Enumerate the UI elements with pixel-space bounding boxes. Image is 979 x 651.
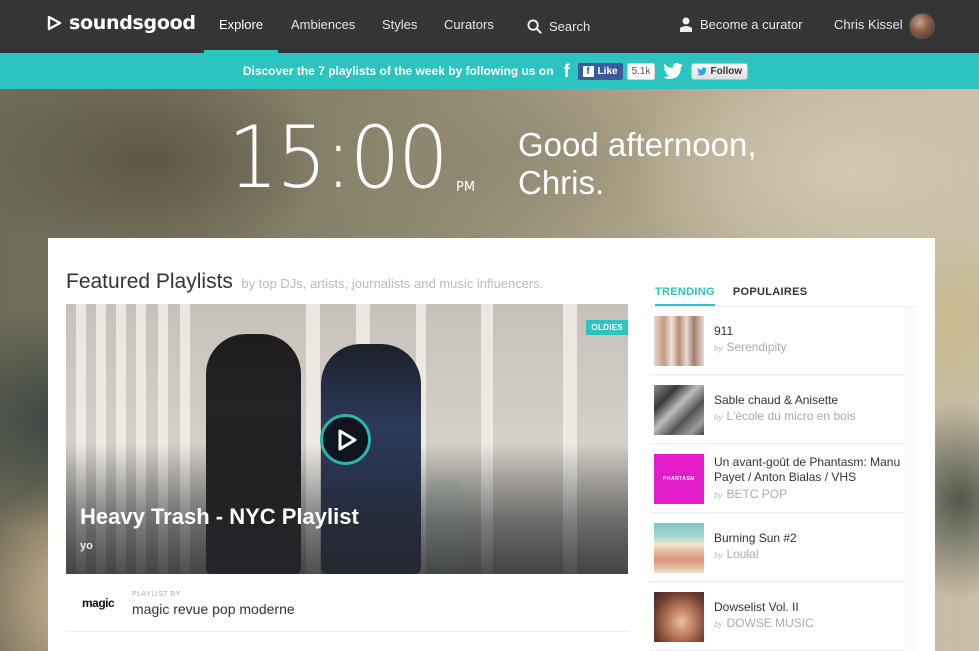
nav-explore[interactable]: Explore bbox=[219, 17, 263, 32]
search-label: Search bbox=[549, 19, 591, 34]
curator-name: L'école du micro en bois bbox=[726, 409, 856, 423]
playlist-title: Un avant-goût de Phantasm: Manu Payet / … bbox=[714, 455, 901, 484]
greeting-line-2: Chris. bbox=[518, 164, 605, 201]
playlist-title: 911 bbox=[714, 324, 734, 338]
featured-heading: Featured Playlists by top DJs, artists, … bbox=[66, 270, 543, 294]
curator-name: Loulal bbox=[726, 547, 759, 561]
featured-card: Featured Playlists by top DJs, artists, … bbox=[48, 238, 935, 651]
curator-name: BETC POP bbox=[726, 487, 788, 501]
by-prefix: by bbox=[714, 620, 723, 629]
search-icon bbox=[527, 19, 542, 34]
playlist-curator: by Loulal bbox=[714, 547, 758, 561]
avatar[interactable] bbox=[909, 13, 935, 39]
list-item[interactable]: 911 by Serendipity bbox=[650, 307, 904, 375]
featured-title: Featured Playlists bbox=[66, 270, 233, 293]
playlist-by-label: PLAYLIST BY bbox=[132, 591, 181, 598]
playlist-thumbnail bbox=[654, 316, 704, 366]
twitter-icon[interactable] bbox=[663, 63, 684, 79]
hero-playlist[interactable]: OLDIES Heavy Trash - NYC Playlist yo bbox=[66, 304, 628, 574]
curator-name: Serendipity bbox=[726, 340, 787, 354]
playlist-thumbnail: PHANTASM bbox=[654, 454, 704, 504]
top-nav: soundsgood Explore Ambiences Styles Cura… bbox=[0, 0, 979, 53]
list-item[interactable]: Sable chaud & Anisette by L'école du micr… bbox=[650, 376, 904, 444]
curator-name[interactable]: magic revue pop moderne bbox=[132, 601, 295, 617]
tab-populaires[interactable]: POPULAIRES bbox=[733, 286, 808, 306]
curator-name: DOWSE MUSIC bbox=[726, 616, 814, 630]
facebook-icon[interactable]: f bbox=[564, 61, 570, 82]
by-prefix: by bbox=[714, 551, 723, 560]
nav-styles[interactable]: Styles bbox=[382, 17, 417, 32]
nav-curators[interactable]: Curators bbox=[444, 17, 494, 32]
curator-logo: magic bbox=[82, 596, 115, 610]
playlist-curator: by L'école du micro en bois bbox=[714, 409, 855, 423]
playlist-thumbnail bbox=[654, 523, 704, 573]
playlist-title: Burning Sun #2 bbox=[714, 531, 797, 545]
hero-curator[interactable]: magic PLAYLIST BY magic revue pop modern… bbox=[66, 574, 628, 632]
list-item[interactable]: PHANTASM Un avant-goût de Phantasm: Manu… bbox=[650, 445, 904, 513]
featured-subtitle: by top DJs, artists, journalists and mus… bbox=[241, 276, 544, 291]
become-curator-label: Become a curator bbox=[700, 17, 803, 32]
play-icon bbox=[338, 429, 357, 450]
clock-ampm: PM bbox=[456, 180, 476, 195]
playlist-title: Sable chaud & Anisette bbox=[714, 393, 839, 407]
side-tabs: TRENDING POPULAIRES bbox=[655, 286, 807, 306]
twitter-follow-label: Follow bbox=[710, 65, 743, 77]
twitter-follow-button[interactable]: Follow bbox=[691, 62, 749, 80]
facebook-like-count: 5.1k bbox=[626, 62, 656, 80]
twitter-bird-small-icon bbox=[697, 67, 708, 75]
playlist-title: Dowselist Vol. II bbox=[714, 600, 799, 614]
play-button[interactable] bbox=[320, 414, 371, 465]
banner-text: Discover the 7 playlists of the week by … bbox=[242, 64, 554, 78]
clock-time: 15:00 bbox=[228, 108, 449, 208]
by-prefix: by bbox=[714, 344, 723, 353]
by-prefix: by bbox=[714, 491, 723, 500]
nav-search[interactable]: Search bbox=[527, 19, 590, 34]
facebook-square-icon: f bbox=[582, 65, 594, 77]
genre-badge[interactable]: OLDIES bbox=[586, 320, 628, 335]
playlist-thumbnail bbox=[654, 385, 704, 435]
list-item[interactable]: Dowselist Vol. II by DOWSE MUSIC bbox=[650, 583, 904, 651]
playlist-thumbnail bbox=[654, 592, 704, 642]
list-item[interactable]: Burning Sun #2 by Loulal bbox=[650, 514, 904, 582]
playlist-curator: by Serendipity bbox=[714, 340, 787, 354]
hero-title[interactable]: Heavy Trash - NYC Playlist bbox=[80, 504, 359, 530]
logo-text: soundsgood bbox=[69, 12, 196, 34]
logo[interactable]: soundsgood bbox=[46, 12, 196, 34]
greeting: Good afternoon, Chris. bbox=[518, 126, 757, 202]
hero-subtitle: yo bbox=[80, 540, 93, 552]
facebook-like-label: Like bbox=[597, 65, 618, 77]
trending-list: 911 by Serendipity Sable chaud & Anisette… bbox=[650, 306, 916, 651]
playlist-curator: by DOWSE MUSIC bbox=[714, 616, 814, 630]
become-curator-link[interactable]: Become a curator bbox=[679, 17, 803, 32]
facebook-like-button[interactable]: f Like bbox=[577, 62, 623, 80]
playlist-curator: by BETC POP bbox=[714, 487, 787, 501]
play-logo-icon bbox=[47, 15, 62, 31]
tab-trending[interactable]: TRENDING bbox=[655, 286, 715, 306]
user-name[interactable]: Chris Kissel bbox=[834, 17, 903, 32]
greeting-line-1: Good afternoon, bbox=[518, 126, 757, 163]
social-banner: Discover the 7 playlists of the week by … bbox=[0, 53, 979, 89]
user-icon bbox=[680, 17, 692, 32]
nav-ambiences[interactable]: Ambiences bbox=[291, 17, 355, 32]
by-prefix: by bbox=[714, 413, 723, 422]
